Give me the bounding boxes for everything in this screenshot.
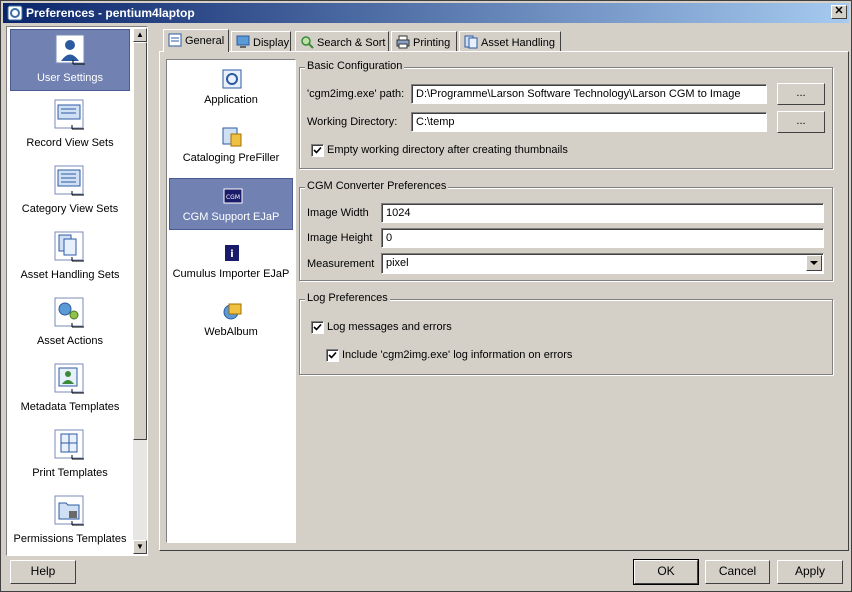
plugin-item-cgm-support[interactable]: CGM CGM Support EJaP [169,178,293,230]
image-width-field[interactable]: 1024 [381,203,824,223]
log-messages-label: Log messages and errors [327,321,452,333]
tab-label: Search & Sort [317,37,386,49]
monitor-icon [236,35,250,48]
log-preferences-group: Log Preferences [299,292,833,375]
include-log-label: Include 'cgm2img.exe' log information on… [342,349,573,361]
sidebar-item-metadata-templates[interactable]: Metadata Templates [10,359,130,421]
svg-text:i: i [230,249,233,260]
sidebar-item-label: Record View Sets [26,137,114,149]
help-button[interactable]: Help [10,560,76,584]
asset-handling-icon [464,35,478,49]
asset-actions-icon [54,297,84,328]
sidebar-item-print-templates[interactable]: Print Templates [10,425,130,487]
dropdown-arrow-icon[interactable] [806,255,822,271]
metadata-templates-icon [54,363,84,394]
tab-bar: General Display Search & Sort Printing A… [159,29,849,52]
empty-directory-checkbox[interactable] [311,144,324,157]
printer-icon [396,35,410,49]
sidebar-item-label: Asset Actions [36,335,104,347]
info-icon: i [225,245,239,261]
cataloging-prefiller-icon [222,127,242,147]
tab-label: Display [253,37,290,49]
scroll-up-button[interactable]: ▲ [133,28,147,42]
record-view-sets-icon [54,99,84,130]
log-messages-checkbox[interactable] [311,321,324,334]
close-button[interactable]: ✕ [831,5,847,19]
checkmark-icon [313,323,322,331]
measurement-label: Measurement [307,258,375,270]
sidebar-item-label: Asset Handling Sets [20,269,120,281]
svg-text:CGM: CGM [226,194,240,201]
sidebar-item-asset-handling-sets[interactable]: Asset Handling Sets [10,227,130,289]
measurement-select[interactable]: pixel [381,253,824,274]
permissions-templates-icon [54,495,84,526]
empty-directory-label: Empty working directory after creating t… [327,144,568,156]
cgm2img-path-field[interactable]: D:\Programme\Larson Software Technology\… [411,84,767,104]
plugin-item-cataloging-prefiller[interactable]: Cataloging PreFiller [169,120,293,172]
sidebar-item-label: User Settings [36,72,104,84]
working-directory-label: Working Directory: [307,116,398,128]
plugin-item-label: Cataloging PreFiller [182,152,280,164]
tab-display[interactable]: Display [231,31,291,51]
scroll-down-button[interactable]: ▼ [133,540,147,554]
group-title: CGM Converter Preferences [305,180,449,192]
plugin-item-label: Application [204,94,258,106]
tab-asset-handling[interactable]: Asset Handling [459,31,561,51]
plugin-list: Application Cataloging PreFiller CGM CGM… [166,59,296,543]
plugin-item-label: CGM Support EJaP [182,211,280,223]
image-height-field[interactable]: 0 [381,228,824,248]
image-height-label: Image Height [307,232,373,244]
general-tab-icon [168,33,182,47]
sidebar-scrollbar[interactable]: ▲ ▼ [133,28,147,554]
sidebar-item-label: Category View Sets [21,203,119,215]
plugin-item-label: WebAlbum [204,326,258,338]
plugin-item-application[interactable]: Application [169,62,293,114]
checkmark-icon [313,146,322,154]
preferences-category-list: User Settings Record View Sets Category … [6,26,148,556]
app-icon [7,5,23,21]
sidebar-item-record-view-sets[interactable]: Record View Sets [10,95,130,157]
tab-label: Printing [413,37,451,49]
print-templates-icon [54,429,84,460]
tab-general[interactable]: General [163,29,229,52]
browse-directory-button[interactable]: ... [777,111,825,133]
group-title: Basic Configuration [305,60,405,72]
ok-button[interactable]: OK [633,559,699,585]
working-directory-field[interactable]: C:\temp [411,112,767,132]
include-log-checkbox[interactable] [326,349,339,362]
asset-handling-sets-icon [54,231,84,262]
measurement-value: pixel [386,257,409,269]
cancel-button[interactable]: Cancel [705,560,770,584]
sidebar-item-label: Print Templates [32,467,108,479]
window-title: Preferences - pentium4laptop [26,6,195,20]
sidebar-item-label: Permissions Templates [13,533,127,545]
plugin-item-webalbum[interactable]: WebAlbum [169,294,293,346]
user-settings-icon [55,34,85,65]
cgm2img-path-label: 'cgm2img.exe' path: [307,88,405,100]
application-icon [222,69,242,89]
sidebar-item-category-view-sets[interactable]: Category View Sets [10,161,130,223]
sidebar-item-label: Metadata Templates [20,401,120,413]
browse-path-button[interactable]: ... [777,83,825,105]
webalbum-icon [223,303,242,320]
checkmark-icon [328,351,337,359]
sidebar-item-asset-actions[interactable]: Asset Actions [10,293,130,355]
plugin-item-label: Cumulus Importer EJaP [172,268,290,280]
category-view-sets-icon [54,165,84,196]
group-title: Log Preferences [305,292,390,304]
magnifier-icon [301,36,314,49]
tab-label: General [185,35,225,47]
tab-search-sort[interactable]: Search & Sort [295,31,389,51]
cgm-icon: CGM [223,188,243,204]
preferences-window: Preferences - pentium4laptop ✕ User Sett… [0,0,852,592]
plugin-item-cumulus-importer[interactable]: i Cumulus Importer EJaP [169,236,293,288]
tab-label: Asset Handling [481,37,555,49]
sidebar-item-permissions-templates[interactable]: Permissions Templates [10,491,130,553]
sidebar-item-user-settings[interactable]: User Settings [10,29,130,91]
tab-printing[interactable]: Printing [391,31,457,51]
title-bar[interactable]: Preferences - pentium4laptop ✕ [3,3,849,23]
scroll-thumb[interactable] [133,42,147,440]
apply-button[interactable]: Apply [777,560,843,584]
image-width-label: Image Width [307,207,369,219]
